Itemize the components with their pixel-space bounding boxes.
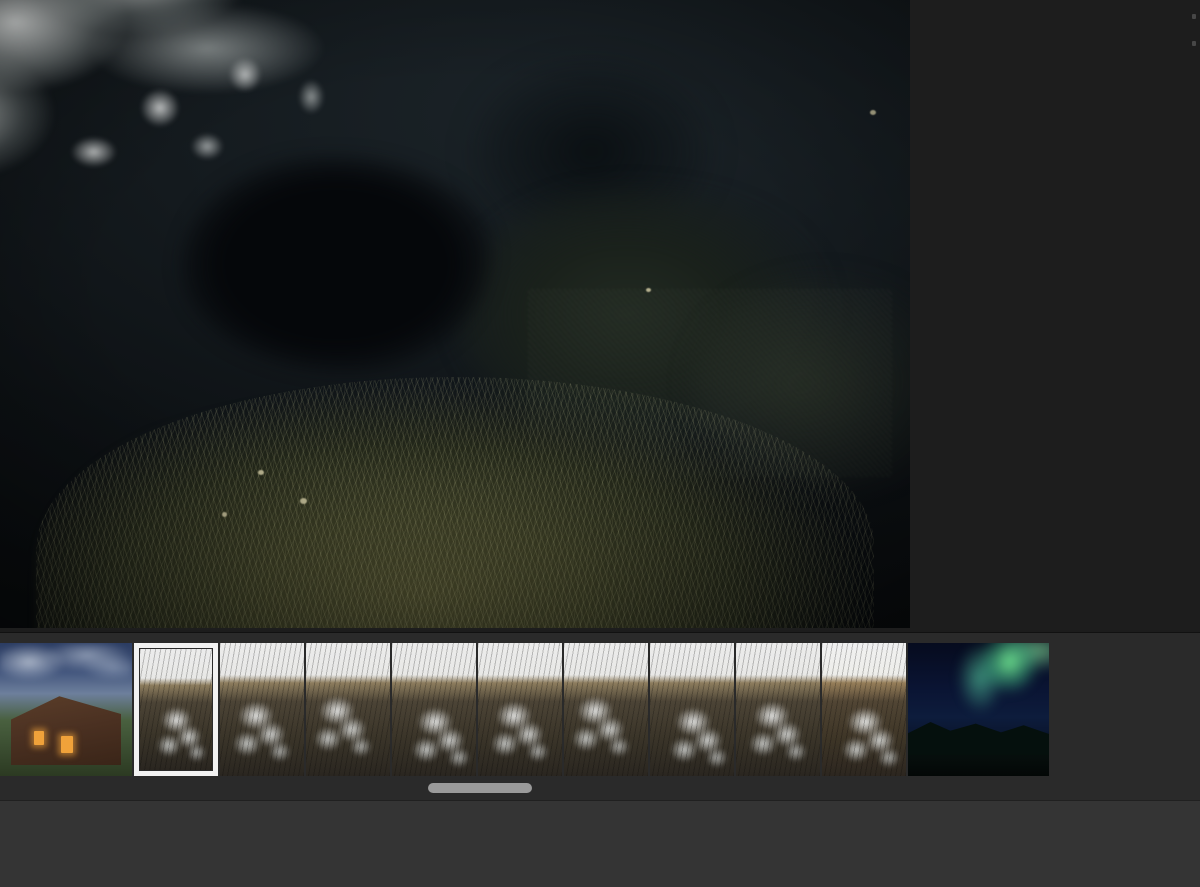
thumbnail-image — [736, 643, 820, 776]
thumbnail-image — [220, 643, 304, 776]
edge-marker — [1192, 14, 1196, 19]
filmstrip-thumbnail[interactable] — [392, 643, 476, 776]
thumbnail-artwork — [650, 643, 734, 776]
filmstrip-track — [0, 643, 1200, 776]
thumbnail-image — [822, 643, 906, 776]
main-photo[interactable] — [0, 0, 910, 628]
edge-marker — [1192, 41, 1196, 46]
filmstrip-scrollbar-track[interactable] — [0, 782, 1200, 794]
application-window: ★★★★★ — [0, 0, 1200, 887]
thumbnail-artwork — [392, 643, 476, 776]
filmstrip-thumbnail[interactable] — [564, 643, 648, 776]
thumbnail-artwork — [908, 643, 1049, 776]
thumbnail-image — [564, 643, 648, 776]
thumbnail-image — [392, 643, 476, 776]
filmstrip-thumbnail[interactable] — [650, 643, 734, 776]
thumbnail-artwork — [140, 649, 212, 770]
filmstrip-thumbnail[interactable] — [306, 643, 390, 776]
thumbnail-artwork — [0, 643, 132, 776]
thumbnail-artwork — [220, 643, 304, 776]
thumbnail-artwork — [736, 643, 820, 776]
loupe-preview-area — [0, 0, 1200, 630]
filmstrip-thumbnail[interactable] — [0, 643, 132, 776]
filmstrip-thumbnail[interactable] — [736, 643, 820, 776]
thumbnail-artwork — [822, 643, 906, 776]
thumbnail-artwork — [306, 643, 390, 776]
panel-edge-markers — [1192, 14, 1198, 68]
thumbnail-image — [306, 643, 390, 776]
thumbnail-artwork — [478, 643, 562, 776]
cabin-window-glow — [61, 736, 73, 753]
thumbnail-image — [908, 643, 1049, 776]
thumbnail-image — [650, 643, 734, 776]
thumbnail-image — [139, 648, 213, 771]
cabin-window-glow — [34, 731, 43, 746]
thumbnail-image — [478, 643, 562, 776]
filmstrip-thumbnail[interactable] — [220, 643, 304, 776]
filmstrip-thumbnail[interactable] — [908, 643, 1049, 776]
filmstrip-thumbnail[interactable] — [478, 643, 562, 776]
filmstrip-thumbnail[interactable] — [822, 643, 906, 776]
aurora-mountain-ridge — [908, 715, 1049, 755]
bottom-toolbar: ★★★★★ — [0, 800, 1200, 887]
photo-vignette — [0, 0, 910, 628]
thumbnail-artwork — [564, 643, 648, 776]
thumbnail-image — [0, 643, 132, 776]
filmstrip[interactable] — [0, 632, 1200, 800]
filmstrip-thumbnail-selected[interactable] — [134, 643, 218, 776]
filmstrip-scrollbar-thumb[interactable] — [428, 783, 532, 793]
